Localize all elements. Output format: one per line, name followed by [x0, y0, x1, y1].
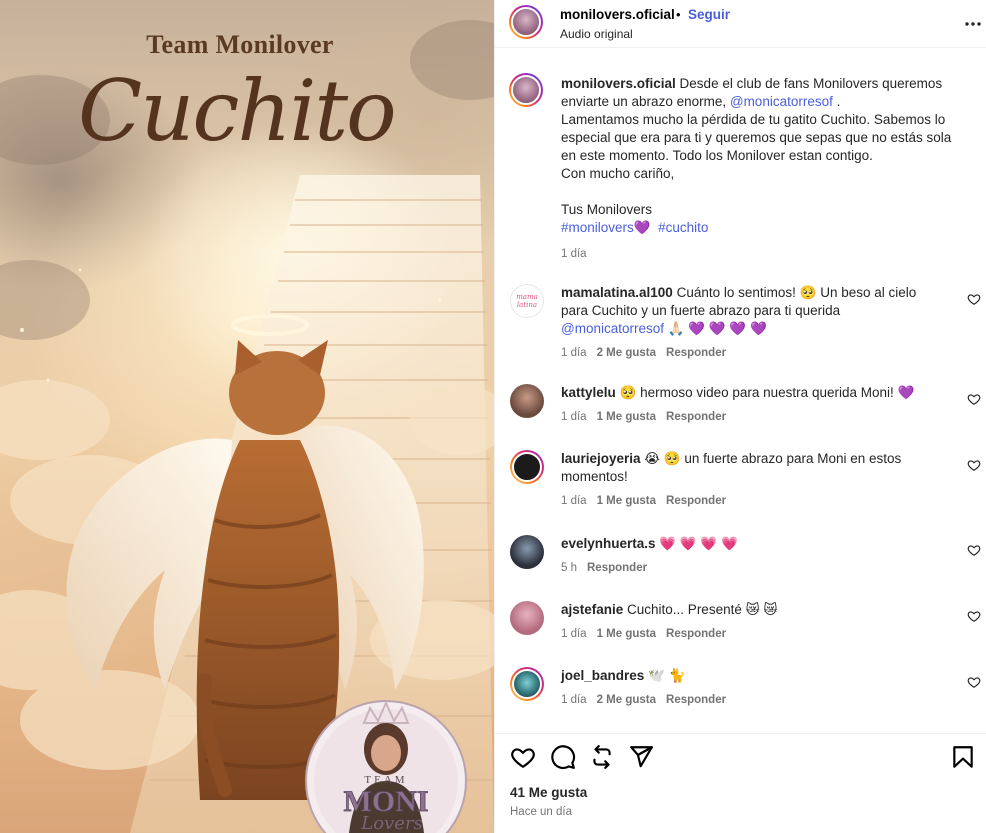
caption-line-3: Con mucho cariño,	[561, 166, 675, 181]
comment-bubble-icon[interactable]	[550, 744, 576, 770]
like-comment-heart-icon[interactable]	[967, 458, 981, 472]
comment-time: 5 h	[561, 562, 577, 574]
comment-time: 1 día	[561, 347, 587, 359]
header-separator: •	[676, 7, 681, 22]
comment-time: 1 día	[561, 628, 587, 640]
likes-count[interactable]: 41 Me gusta	[510, 785, 587, 800]
commenter-avatar[interactable]	[510, 450, 544, 484]
team-moni-badge: TEAM MONI Lovers	[305, 700, 467, 833]
comment-likes[interactable]: 2 Me gusta	[597, 694, 656, 706]
comment-body-end: 🙏🏻 💜 💜 💜 💜	[664, 321, 767, 336]
comment-time: 1 día	[561, 694, 587, 706]
comment-text: ajstefanie Cuchito... Presenté 😿 😿 1 día…	[561, 601, 941, 643]
reply-button[interactable]: Responder	[666, 495, 726, 507]
comment-body: 💗 💗 💗 💗	[655, 536, 738, 551]
comment-username[interactable]: evelynhuerta.s	[561, 536, 656, 551]
comment-likes[interactable]: 1 Me gusta	[597, 411, 656, 423]
commenter-avatar[interactable]	[510, 535, 544, 569]
author-username[interactable]: monilovers.oficial	[560, 7, 675, 22]
mamalatina-logo-icon: mama latina	[510, 284, 544, 318]
commenter-avatar[interactable]	[510, 601, 544, 635]
post-caption: monilovers.oficial Desde el club de fans…	[561, 75, 961, 263]
caption-line-4: Tus Monilovers	[561, 202, 653, 217]
comment-username[interactable]: mamalatina.al100	[561, 285, 673, 300]
caption-time: 1 día	[561, 248, 587, 260]
commenter-avatar[interactable]	[510, 384, 544, 418]
comment-time: 1 día	[561, 411, 587, 423]
comment-time: 1 día	[561, 495, 587, 507]
instagram-post-view: Team Monilover Cuchito TEAM MONI Lovers …	[0, 0, 986, 833]
author-avatar[interactable]	[509, 5, 543, 39]
like-comment-heart-icon[interactable]	[967, 543, 981, 557]
follow-button[interactable]: Seguir	[688, 7, 730, 22]
audio-link[interactable]: Audio original	[560, 27, 633, 41]
comment-body: Cuchito... Presenté 😿 😿	[623, 602, 778, 617]
like-comment-heart-icon[interactable]	[967, 392, 981, 406]
like-heart-icon[interactable]	[510, 744, 536, 770]
reply-button[interactable]: Responder	[666, 411, 726, 423]
svg-text:latina: latina	[517, 301, 537, 309]
caption-text-2: .	[832, 94, 841, 109]
caption-avatar[interactable]	[509, 73, 543, 107]
share-send-icon[interactable]	[628, 744, 654, 770]
repost-icon[interactable]	[589, 744, 615, 770]
caption-username[interactable]: monilovers.oficial	[561, 76, 676, 91]
comment-username[interactable]: lauriejoyeria	[561, 451, 641, 466]
commenter-avatar[interactable]	[510, 667, 544, 701]
post-header: monilovers.oficial • Seguir Audio origin…	[495, 0, 986, 48]
hashtag-cuchito[interactable]: #cuchito	[658, 220, 708, 235]
comment-mention[interactable]: @monicatorresof	[561, 321, 664, 336]
comment-body: 🕊️ 🐈	[644, 668, 686, 683]
save-bookmark-icon[interactable]	[950, 744, 976, 770]
comment-likes[interactable]: 1 Me gusta	[597, 495, 656, 507]
comment-likes[interactable]: 2 Me gusta	[597, 347, 656, 359]
post-media[interactable]: Team Monilover Cuchito TEAM MONI Lovers	[0, 0, 494, 833]
hashtag-monilovers[interactable]: #monilovers💜	[561, 220, 651, 235]
comment-text: lauriejoyeria 😭 🥺 un fuerte abrazo para …	[561, 450, 941, 510]
post-side-panel: monilovers.oficial • Seguir Audio origin…	[494, 0, 986, 833]
post-actions: 41 Me gusta Hace un día	[495, 733, 986, 833]
reply-button[interactable]: Responder	[666, 347, 726, 359]
badge-lovers-text: Lovers	[360, 813, 422, 833]
caption-mention[interactable]: @monicatorresof	[730, 94, 833, 109]
post-time: Hace un día	[510, 806, 573, 818]
comment-text: mamalatina.al100 Cuánto lo sentimos! 🥺 U…	[561, 284, 941, 362]
like-comment-heart-icon[interactable]	[967, 675, 981, 689]
commenter-avatar[interactable]: mama latina	[510, 284, 544, 318]
more-options-icon[interactable]	[963, 14, 983, 34]
comment-text: kattylelu 🥺 hermoso video para nuestra q…	[561, 384, 941, 426]
comment-likes[interactable]: 1 Me gusta	[597, 628, 656, 640]
comment-username[interactable]: joel_bandres	[561, 668, 644, 683]
reply-button[interactable]: Responder	[587, 562, 647, 574]
comments-list[interactable]: monilovers.oficial Desde el club de fans…	[495, 49, 986, 732]
comment-username[interactable]: ajstefanie	[561, 602, 623, 617]
reply-button[interactable]: Responder	[666, 694, 726, 706]
reply-button[interactable]: Responder	[666, 628, 726, 640]
comment-body: 🥺 hermoso video para nuestra querida Mon…	[615, 385, 915, 400]
caption-line-2: Lamentamos mucho la pérdida de tu gatito…	[561, 112, 952, 163]
like-comment-heart-icon[interactable]	[967, 292, 981, 306]
comment-text: evelynhuerta.s 💗 💗 💗 💗 5 h Responder	[561, 535, 941, 577]
svg-text:mama: mama	[516, 293, 538, 301]
comment-text: joel_bandres 🕊️ 🐈 1 día 2 Me gusta Respond…	[561, 667, 941, 709]
comment-username[interactable]: kattylelu	[561, 385, 616, 400]
like-comment-heart-icon[interactable]	[967, 609, 981, 623]
